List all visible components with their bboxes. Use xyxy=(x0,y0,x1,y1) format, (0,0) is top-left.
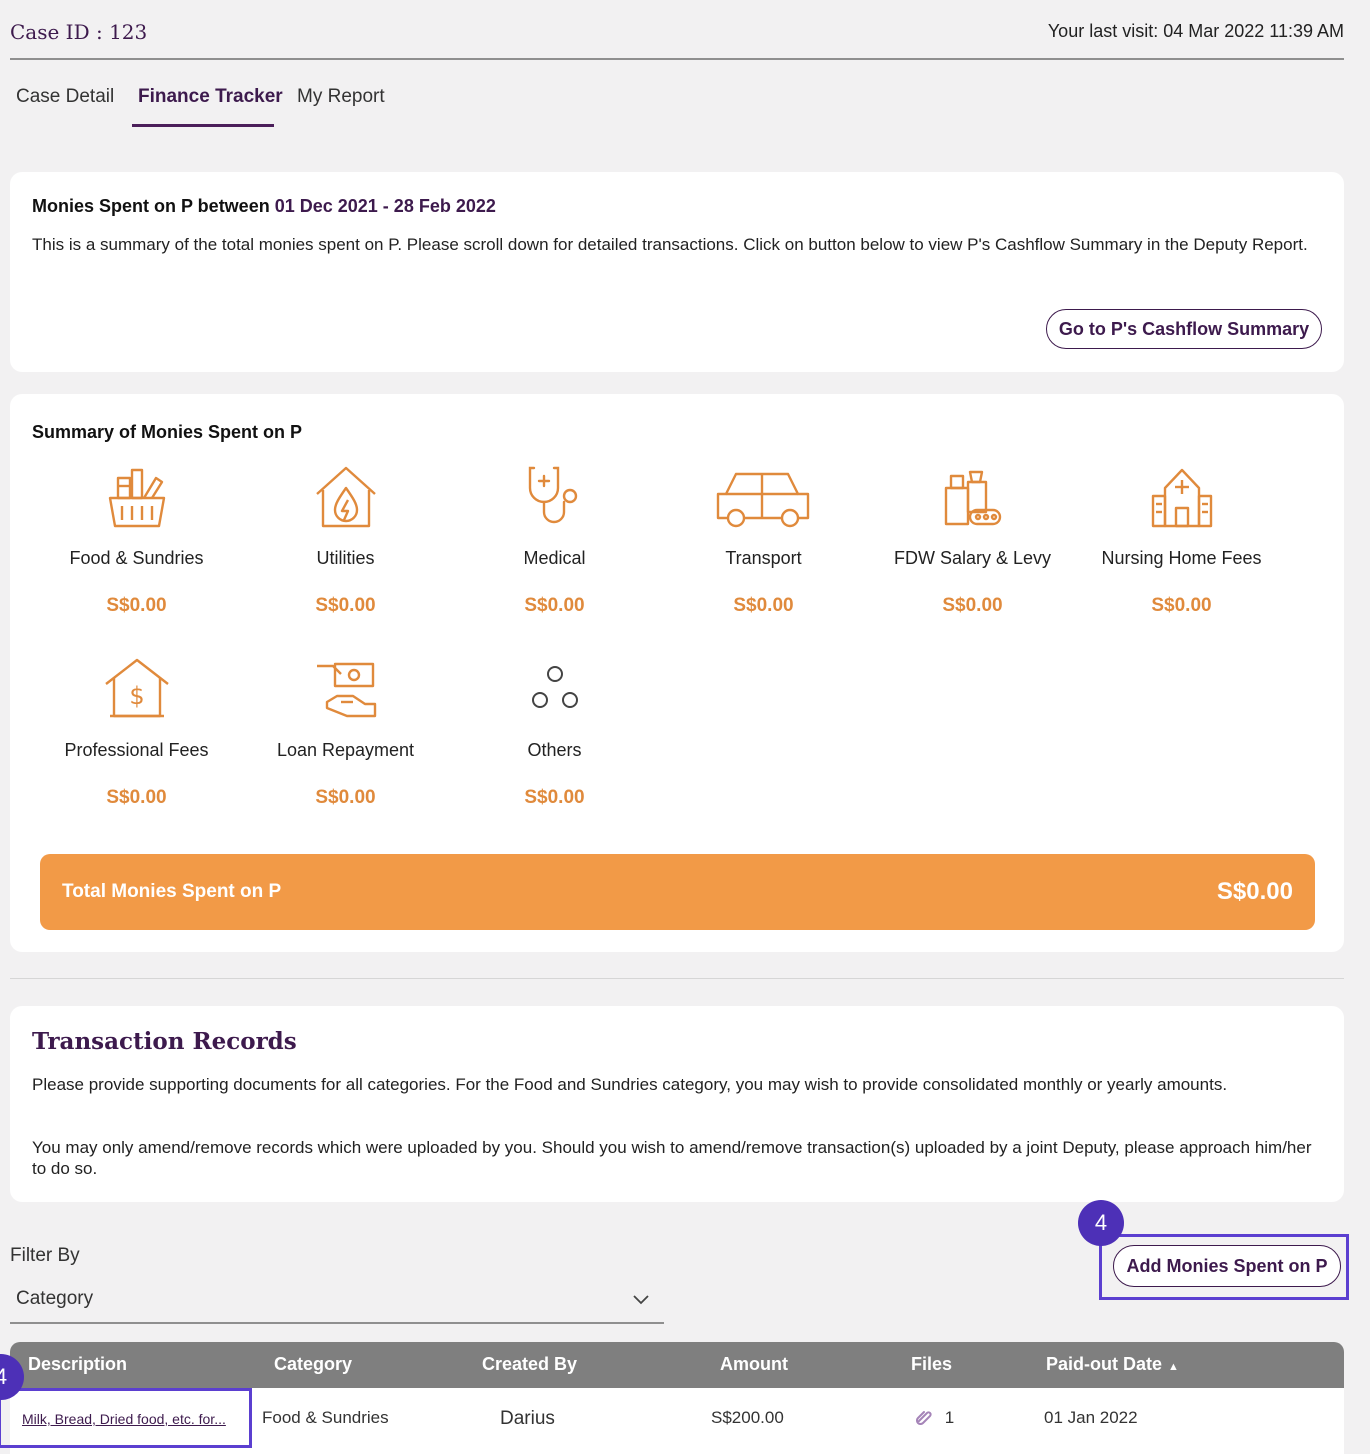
category-loan-repayment: Loan Repayment S$0.00 xyxy=(241,656,450,809)
category-label: Utilities xyxy=(316,548,375,568)
column-paid-out-date-label: Paid-out Date xyxy=(1046,1354,1163,1374)
chevron-down-icon xyxy=(632,1290,650,1313)
summary-heading: Summary of Monies Spent on P xyxy=(32,422,303,442)
total-label: Total Monies Spent on P xyxy=(62,881,282,902)
category-filter-select[interactable]: Category xyxy=(10,1282,664,1324)
category-label: FDW Salary & Levy xyxy=(893,548,1052,568)
category-label: Transport xyxy=(725,548,802,568)
row-category: Food & Sundries xyxy=(262,1408,389,1427)
stethoscope-icon xyxy=(450,464,659,530)
last-visit: Your last visit: 04 Mar 2022 11:39 AM xyxy=(1047,21,1344,41)
circles-icon xyxy=(450,656,659,722)
category-others: Others S$0.00 xyxy=(450,656,659,809)
category-amount: S$0.00 xyxy=(315,595,376,616)
tab-finance-tracker[interactable]: Finance Tracker xyxy=(138,86,283,108)
monies-spent-card: Monies Spent on P between 01 Dec 2021 - … xyxy=(10,172,1344,372)
cashflow-summary-button[interactable]: Go to P's Cashflow Summary xyxy=(1046,309,1322,349)
category-label: Professional Fees xyxy=(64,740,209,760)
category-label: Loan Repayment xyxy=(276,740,415,760)
filter-value: Category xyxy=(16,1288,94,1309)
category-label: Nursing Home Fees xyxy=(1101,548,1262,568)
tab-case-detail[interactable]: Case Detail xyxy=(16,86,114,108)
sort-ascending-icon: ▲ xyxy=(1168,1361,1179,1373)
top-bar: Case ID : 123 Your last visit: 04 Mar 20… xyxy=(10,14,1344,60)
monies-spent-heading: Monies Spent on P between 01 Dec 2021 - … xyxy=(32,196,496,217)
category-fdw-salary-levy: FDW Salary & Levy S$0.00 xyxy=(868,464,1077,617)
utilities-icon xyxy=(241,464,450,530)
period-range: 01 Dec 2021 - 28 Feb 2022 xyxy=(274,196,496,216)
step-badge: 4 xyxy=(1078,1200,1124,1246)
car-icon xyxy=(659,464,868,530)
step-highlight-add-button xyxy=(1099,1234,1349,1300)
category-food-sundries: Food & Sundries S$0.00 xyxy=(32,464,241,617)
heading-prefix: Monies Spent on P between xyxy=(32,196,270,216)
category-amount: S$0.00 xyxy=(106,595,167,616)
money-hand-icon xyxy=(241,656,450,722)
total-value: S$0.00 xyxy=(1216,878,1293,905)
category-label: Medical xyxy=(523,548,586,568)
row-paid-out-date: 01 Jan 2022 xyxy=(1044,1408,1138,1427)
category-amount: S$0.00 xyxy=(106,787,167,808)
summary-card: Summary of Monies Spent on P Food & Sund… xyxy=(10,394,1344,952)
active-tab-indicator xyxy=(132,124,274,127)
category-medical: Medical S$0.00 xyxy=(450,464,659,617)
monies-spent-description: This is a summary of the total monies sp… xyxy=(32,235,1308,254)
row-created-by: Darius xyxy=(500,1408,555,1429)
category-amount: S$0.00 xyxy=(524,595,585,616)
transaction-records-title: Transaction Records xyxy=(32,1028,297,1055)
section-divider xyxy=(10,978,1344,979)
files-count: 1 xyxy=(944,1408,955,1427)
category-amount: S$0.00 xyxy=(942,595,1003,616)
category-nursing-home-fees: Nursing Home Fees S$0.00 xyxy=(1077,464,1286,617)
column-files[interactable]: Files xyxy=(911,1354,952,1375)
cleaning-supplies-icon xyxy=(868,464,1077,530)
column-created-by[interactable]: Created By xyxy=(482,1354,577,1375)
step-highlight-description xyxy=(0,1388,252,1448)
filter-label: Filter By xyxy=(10,1245,80,1266)
case-id: Case ID : 123 xyxy=(10,20,148,44)
category-transport: Transport S$0.00 xyxy=(659,464,868,617)
category-label: Food & Sundries xyxy=(69,548,204,568)
hospital-icon xyxy=(1077,464,1286,530)
category-amount: S$0.00 xyxy=(315,787,376,808)
row-amount: S$200.00 xyxy=(711,1408,784,1427)
house-dollar-icon: $ xyxy=(32,656,241,722)
total-monies-bar: Total Monies Spent on P S$0.00 xyxy=(40,854,1315,930)
column-category[interactable]: Category xyxy=(274,1354,352,1375)
transaction-records-card: Transaction Records Please provide suppo… xyxy=(10,1006,1344,1202)
category-label: Others xyxy=(527,740,582,760)
basket-icon xyxy=(32,464,241,530)
category-professional-fees: $ Professional Fees S$0.00 xyxy=(32,656,241,809)
category-utilities: Utilities S$0.00 xyxy=(241,464,450,617)
tab-my-report[interactable]: My Report xyxy=(297,86,385,108)
svg-text:$: $ xyxy=(129,682,144,710)
row-files[interactable]: 1 xyxy=(915,1408,955,1428)
column-description[interactable]: Description xyxy=(28,1354,127,1375)
column-amount[interactable]: Amount xyxy=(720,1354,788,1375)
category-amount: S$0.00 xyxy=(733,595,794,616)
column-paid-out-date[interactable]: Paid-out Date ▲ xyxy=(1046,1354,1179,1375)
transaction-note-1: Please provide supporting documents for … xyxy=(32,1075,1228,1094)
paperclip-icon xyxy=(915,1408,937,1427)
transactions-table-header: Description Category Created By Amount F… xyxy=(10,1342,1344,1388)
category-amount: S$0.00 xyxy=(524,787,585,808)
category-amount: S$0.00 xyxy=(1151,595,1212,616)
transaction-note-2: You may only amend/remove records which … xyxy=(32,1138,1312,1178)
